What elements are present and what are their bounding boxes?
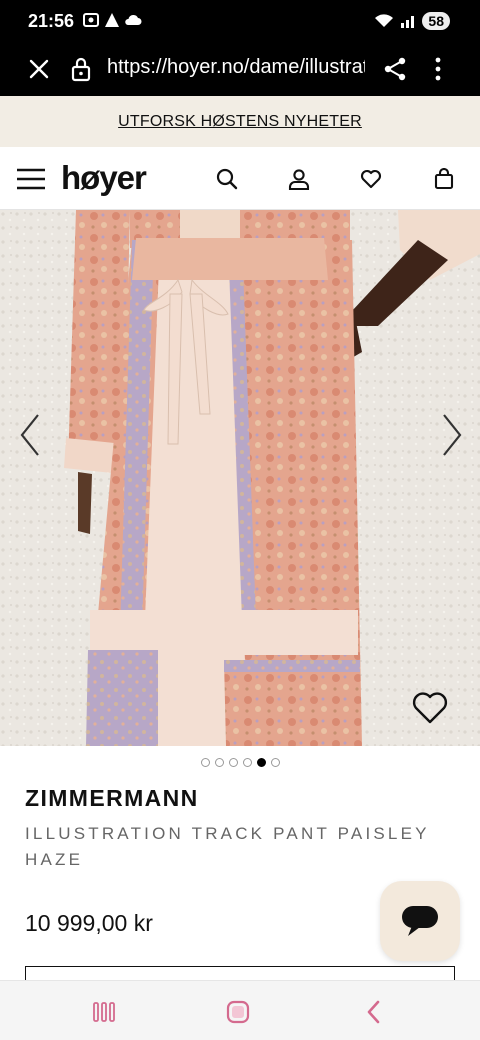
wifi-icon [375, 14, 394, 27]
lock-icon[interactable] [70, 56, 92, 82]
more-vert-icon[interactable] [428, 56, 448, 82]
system-icons: 58 [374, 12, 450, 30]
chat-icon [402, 906, 438, 936]
product-price: 10 999,00 kr [25, 910, 153, 936]
cloud-icon [125, 14, 142, 25]
product-brand[interactable]: ZIMMERMANN [25, 785, 199, 812]
status-bar: 21:56 58 [0, 0, 480, 44]
search-icon[interactable] [212, 164, 242, 194]
notification-icons [82, 12, 142, 28]
promo-banner: UTFORSK HØSTENS NYHETER [0, 96, 480, 147]
url-field[interactable]: https://hoyer.no/dame/illustration-track… [107, 56, 365, 79]
carousel-dot[interactable] [270, 758, 280, 767]
carousel-dot[interactable] [214, 758, 224, 767]
product-image-carousel[interactable] [0, 210, 480, 746]
carousel-dot[interactable] [200, 758, 210, 767]
warning-icon [105, 13, 119, 27]
chat-button[interactable] [380, 881, 460, 961]
carousel-dot[interactable] [242, 758, 252, 767]
share-icon[interactable] [382, 56, 408, 82]
bag-icon[interactable] [429, 164, 459, 194]
heart-icon[interactable] [356, 164, 386, 194]
account-icon[interactable] [284, 164, 314, 194]
site-logo[interactable]: høyer [61, 159, 147, 197]
wishlist-heart-icon[interactable] [410, 688, 450, 728]
carousel-dot[interactable] [228, 758, 238, 767]
chevron-right-icon[interactable] [436, 405, 466, 465]
menu-icon[interactable] [16, 164, 46, 194]
back-icon[interactable] [357, 995, 391, 1029]
battery-level: 58 [422, 12, 450, 30]
product-photo [0, 210, 480, 746]
system-nav-bar [0, 980, 480, 1040]
home-icon[interactable] [221, 995, 255, 1029]
status-time: 21:56 [28, 11, 75, 31]
close-icon[interactable] [26, 56, 52, 82]
browser-url-bar: https://hoyer.no/dame/illustration-track… [0, 44, 480, 96]
screenshot-icon [83, 13, 99, 27]
product-name: ILLUSTRATION TRACK PANT PAISLEY HAZE [25, 824, 430, 869]
carousel-indicator [0, 758, 480, 772]
recents-icon[interactable] [87, 995, 121, 1029]
promo-link[interactable]: UTFORSK HØSTENS NYHETER [118, 113, 362, 131]
chevron-left-icon[interactable] [16, 405, 46, 465]
site-header: høyer [0, 147, 480, 210]
signal-icon [401, 16, 415, 28]
carousel-dot-active[interactable] [256, 758, 266, 767]
